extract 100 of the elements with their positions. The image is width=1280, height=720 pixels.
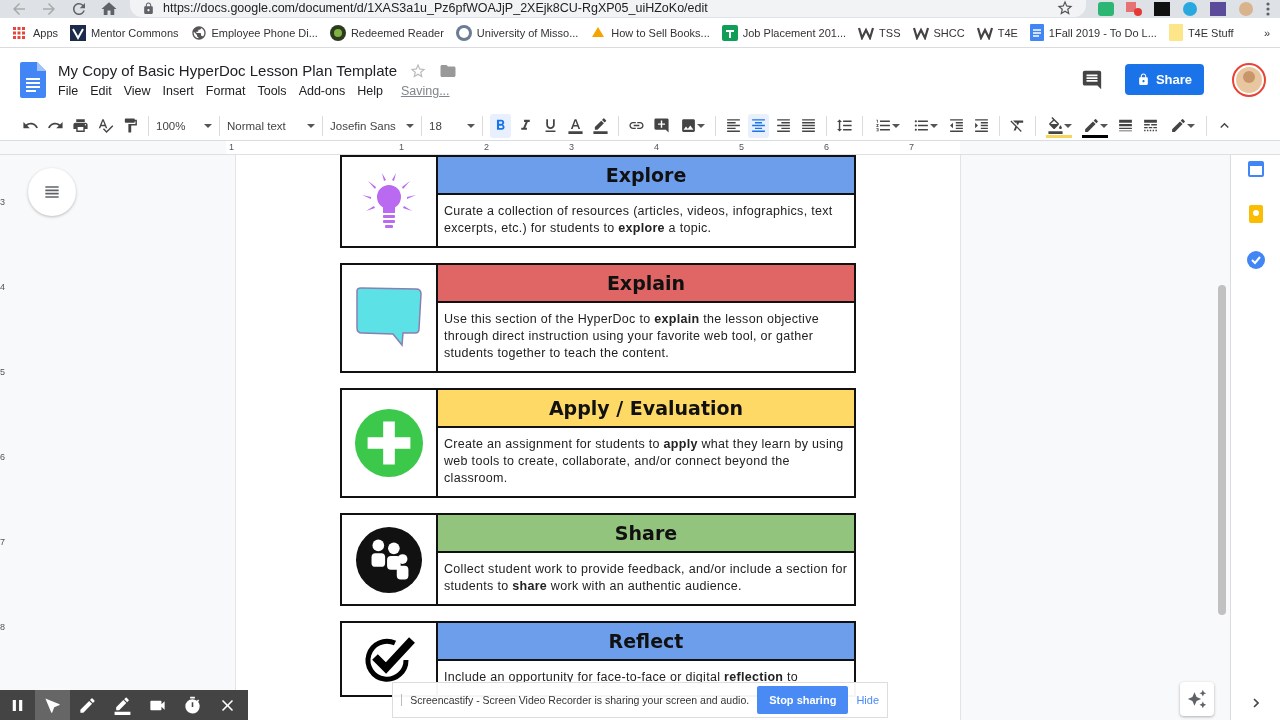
reload-icon bbox=[70, 0, 88, 18]
bookmark[interactable]: TSS bbox=[879, 26, 901, 39]
menu-item[interactable]: View bbox=[123, 83, 151, 98]
speech-bubble-icon bbox=[353, 287, 425, 349]
ruler-number: 6 bbox=[823, 141, 829, 154]
people-circle-icon bbox=[355, 525, 423, 594]
calendar-icon[interactable] bbox=[1247, 161, 1264, 177]
ruler-number: 7 bbox=[0, 537, 5, 547]
menu-item[interactable]: Edit bbox=[90, 83, 112, 98]
bulleted-list-icon bbox=[912, 117, 930, 134]
spellcheck-icon bbox=[97, 117, 114, 134]
section-text: Collect student work to provide feedback, and/or include a section for students to share work with an authentic audience. bbox=[443, 561, 849, 595]
border-width-icon bbox=[1117, 117, 1134, 134]
menu-item[interactable]: Help bbox=[357, 83, 383, 98]
section-title: Reflect bbox=[438, 623, 854, 661]
ruler-number: 4 bbox=[0, 282, 5, 292]
style-dropdown[interactable]: Normal text bbox=[227, 119, 315, 132]
drag-handle-icon bbox=[401, 694, 403, 706]
increase-indent-icon bbox=[973, 117, 990, 134]
home-icon bbox=[100, 0, 118, 18]
bookmark[interactable]: Redeemed Reader bbox=[350, 26, 444, 39]
extension-icon[interactable] bbox=[1126, 2, 1142, 16]
bookmark[interactable]: University of Misso... bbox=[476, 26, 579, 39]
share-button[interactable]: Share bbox=[1125, 64, 1204, 95]
menu-item[interactable]: Format bbox=[205, 83, 246, 98]
zoom-dropdown[interactable]: 100% bbox=[156, 119, 212, 132]
menu-icon[interactable] bbox=[1266, 2, 1270, 16]
sheet-icon bbox=[721, 24, 738, 41]
bookmark[interactable]: How to Sell Books... bbox=[611, 26, 710, 39]
justify-icon bbox=[800, 117, 817, 134]
section-title: Explore bbox=[438, 157, 854, 195]
caret-icon bbox=[467, 123, 475, 128]
document-title[interactable]: My Copy of Basic HyperDoc Lesson Plan Template bbox=[58, 62, 398, 79]
plus-circle-icon bbox=[354, 408, 424, 478]
ruler-number: 5 bbox=[0, 367, 5, 377]
line-spacing-icon bbox=[836, 117, 853, 134]
star-icon bbox=[1056, 0, 1074, 17]
menu-item[interactable]: Insert bbox=[162, 83, 194, 98]
globe-icon bbox=[190, 24, 207, 41]
outline-button[interactable] bbox=[28, 168, 76, 216]
forward-icon bbox=[40, 0, 58, 18]
more-bookmarks[interactable]: » bbox=[1263, 26, 1270, 39]
section-text: Use this section of the HyperDoc to explain the lesson objective through direct instruction using your favorite web tool, or gather students together to teach the content. bbox=[443, 311, 820, 362]
caret-icon bbox=[1186, 123, 1195, 128]
section-text: Create an assignment for students to apply what they learn by using web tools to create, collaborate, and/or connect beyond the classroom. bbox=[443, 436, 845, 487]
caret-icon bbox=[307, 123, 315, 128]
ruler-number: 1 bbox=[398, 141, 404, 154]
paint-format-icon bbox=[122, 117, 139, 134]
pointer-button[interactable] bbox=[35, 690, 70, 720]
ruler-number: 8 bbox=[0, 622, 5, 632]
caret-icon bbox=[406, 123, 414, 128]
section-title: Share bbox=[438, 515, 854, 553]
ruler-number: 3 bbox=[568, 141, 574, 154]
caret-icon bbox=[204, 123, 212, 128]
eraser-icon bbox=[113, 695, 132, 715]
border-dash-icon bbox=[1142, 117, 1159, 134]
bookmark[interactable]: Job Placement 201... bbox=[742, 26, 847, 39]
bookmark[interactable]: Employee Phone Di... bbox=[211, 26, 318, 39]
w-shape-icon bbox=[912, 25, 929, 40]
menu-item[interactable]: File bbox=[58, 83, 79, 98]
image-icon bbox=[679, 117, 697, 134]
bookmark-icon bbox=[70, 24, 87, 41]
bookmark[interactable]: SHCC bbox=[933, 26, 965, 39]
w-shape-icon bbox=[976, 25, 993, 40]
bookmark[interactable]: 1Fall 2019 - To Do L... bbox=[1048, 26, 1157, 39]
caret-icon bbox=[891, 123, 900, 128]
align-left-icon bbox=[725, 117, 742, 134]
bold-button[interactable] bbox=[490, 113, 511, 138]
decrease-indent-icon bbox=[948, 117, 965, 134]
align-center-button[interactable] bbox=[748, 113, 769, 138]
document-icon bbox=[1029, 24, 1044, 41]
explore-button[interactable] bbox=[1180, 682, 1214, 716]
section-title: Explain bbox=[438, 265, 854, 303]
section-text: Curate a collection of resources (articles, videos, infographics, text excerpts, etc.) for students to explore a topic. bbox=[443, 203, 834, 237]
address-bar[interactable]: https://docs.google.com/document/d/1XAS3a1u_Pz6pfWOAJjP_2XEjk8CU-RgXP05_uiHZoKo/edit bbox=[130, 0, 1086, 17]
font-dropdown[interactable]: Josefin Sans bbox=[330, 119, 414, 132]
add-comment-icon bbox=[653, 117, 670, 134]
scrollbar[interactable] bbox=[1218, 285, 1226, 615]
ruler-number: 2 bbox=[483, 141, 489, 154]
account-avatar[interactable] bbox=[1232, 62, 1266, 97]
menu-item[interactable]: Tools bbox=[257, 83, 287, 98]
menu-item[interactable]: Add-ons bbox=[298, 83, 346, 98]
ruler-number: 5 bbox=[738, 141, 744, 154]
url-text: https://docs.google.com/document/d/1XAS3a1u_Pz6pfWOAJjP_2XEjk8CU-RgXP05_uiHZoKo/edit bbox=[163, 1, 708, 15]
bookmark[interactable]: Apps bbox=[33, 26, 59, 39]
font-size-dropdown[interactable]: 18 bbox=[429, 119, 475, 132]
expand-panel-icon[interactable] bbox=[1252, 698, 1259, 708]
align-right-icon bbox=[775, 117, 792, 134]
section-title: Apply / Evaluation bbox=[438, 390, 854, 428]
bookmark-icon bbox=[329, 24, 346, 41]
caret-icon bbox=[696, 123, 705, 128]
caret-icon bbox=[1063, 123, 1072, 128]
tasks-icon[interactable] bbox=[1246, 251, 1265, 269]
bookmark[interactable]: T4E Stuff bbox=[1187, 26, 1234, 39]
w-shape-icon bbox=[858, 25, 875, 40]
ruler-number: 7 bbox=[908, 141, 914, 154]
bookmark[interactable]: Mentor Commons bbox=[91, 26, 179, 39]
text-color-icon bbox=[567, 117, 584, 134]
pointer-icon bbox=[43, 695, 62, 715]
bookmark[interactable]: T4E bbox=[997, 26, 1018, 39]
